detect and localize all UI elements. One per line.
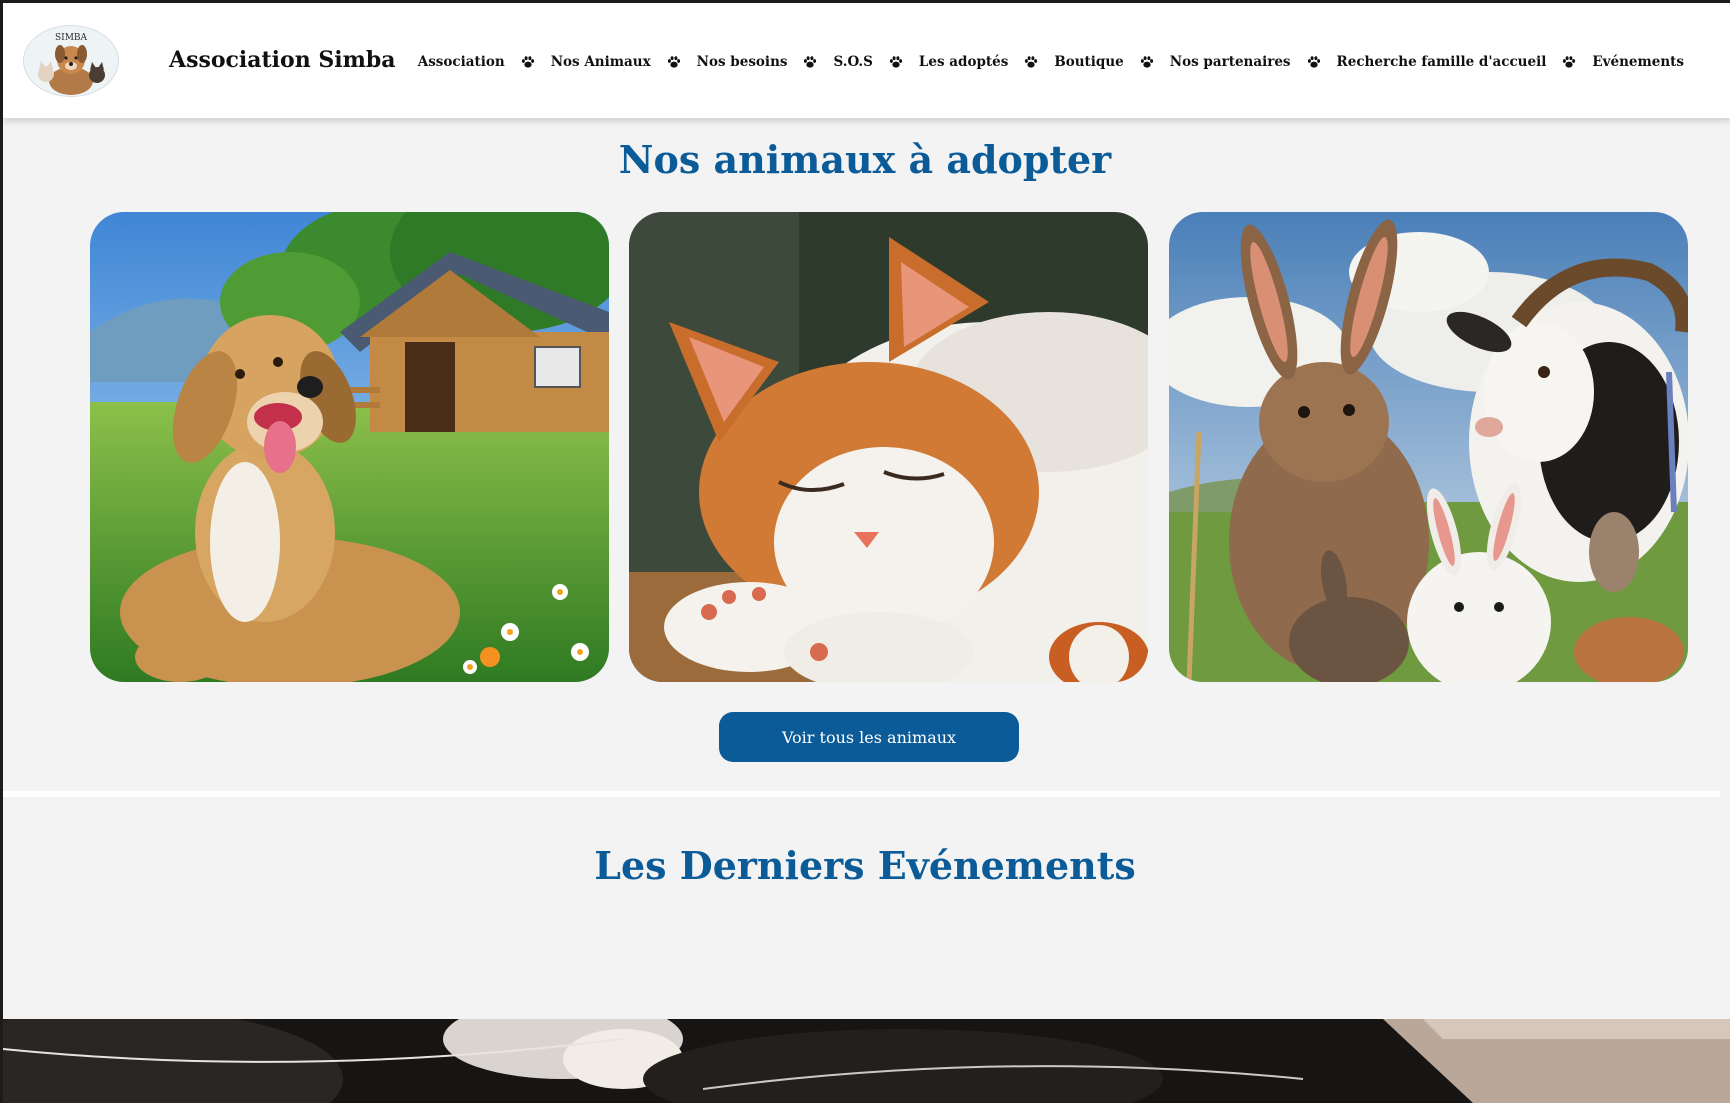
paw-icon: [1025, 56, 1038, 68]
rabbits-and-goat-image: [1169, 212, 1688, 682]
dog-card[interactable]: [90, 212, 609, 682]
paw-icon: [804, 56, 817, 68]
event-banner-image: [3, 1019, 1730, 1103]
dog-cat-logo-icon: SIMBA: [24, 26, 118, 96]
black-white-cat-photo: [3, 1019, 1730, 1103]
nav-item-sos[interactable]: S.O.S: [833, 54, 872, 70]
nav-item-association[interactable]: Association: [418, 54, 505, 70]
nav-item-nos-partenaires[interactable]: Nos partenaires: [1170, 54, 1291, 70]
dog-in-meadow-image: [90, 212, 609, 682]
nav-item-evenements[interactable]: Evénements: [1592, 54, 1684, 70]
nav-item-nos-animaux[interactable]: Nos Animaux: [551, 54, 651, 70]
nav-item-boutique[interactable]: Boutique: [1054, 54, 1123, 70]
farm-card[interactable]: [1169, 212, 1688, 682]
paw-icon: [889, 56, 902, 68]
paw-icon: [667, 56, 680, 68]
view-all-animals-button[interactable]: Voir tous les animaux: [719, 712, 1019, 762]
logo-text: SIMBA: [55, 33, 88, 43]
paw-icon: [1307, 56, 1320, 68]
paw-icon: [1140, 56, 1153, 68]
logo[interactable]: SIMBA: [23, 25, 119, 97]
sleeping-cat-image: [629, 212, 1148, 682]
events-section-title: Les Derniers Evénements: [594, 843, 1136, 888]
nav-item-nos-besoins[interactable]: Nos besoins: [697, 54, 788, 70]
site-header: SIMBA Association Simba Association Nos …: [3, 3, 1730, 118]
adopt-section-title: Nos animaux à adopter: [618, 137, 1112, 182]
main-nav: Association Nos Animaux Nos besoins S.O.…: [418, 54, 1684, 70]
paw-icon: [1563, 56, 1576, 68]
cat-card[interactable]: [629, 212, 1148, 682]
nav-item-famille-accueil[interactable]: Recherche famille d'accueil: [1337, 54, 1547, 70]
nav-item-les-adoptes[interactable]: Les adoptés: [919, 54, 1008, 70]
paw-icon: [521, 56, 534, 68]
section-divider: [3, 791, 1720, 797]
site-title[interactable]: Association Simba: [169, 47, 396, 73]
